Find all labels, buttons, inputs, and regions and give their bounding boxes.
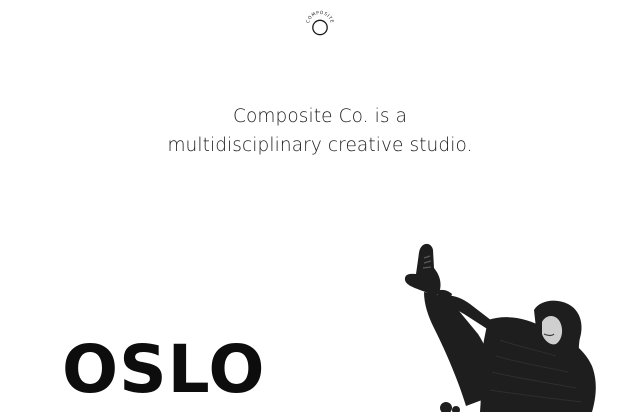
studio-tagline: Composite Co. is a multidisciplinary cre… [0, 102, 640, 160]
project-title[interactable]: OSLO [62, 333, 265, 407]
logo-wordmark: COMPOSITE [305, 10, 334, 24]
person-kicking-photo [404, 243, 596, 412]
tagline-line-1: Composite Co. is a [232, 106, 408, 127]
svg-text:COMPOSITE: COMPOSITE [305, 10, 335, 24]
tagline-line-2: multidisciplinary creative studio. [167, 135, 473, 156]
project-photo[interactable] [396, 240, 640, 412]
composite-logo[interactable]: COMPOSITE [303, 9, 337, 37]
composite-circle-logo-icon: COMPOSITE [305, 10, 335, 36]
